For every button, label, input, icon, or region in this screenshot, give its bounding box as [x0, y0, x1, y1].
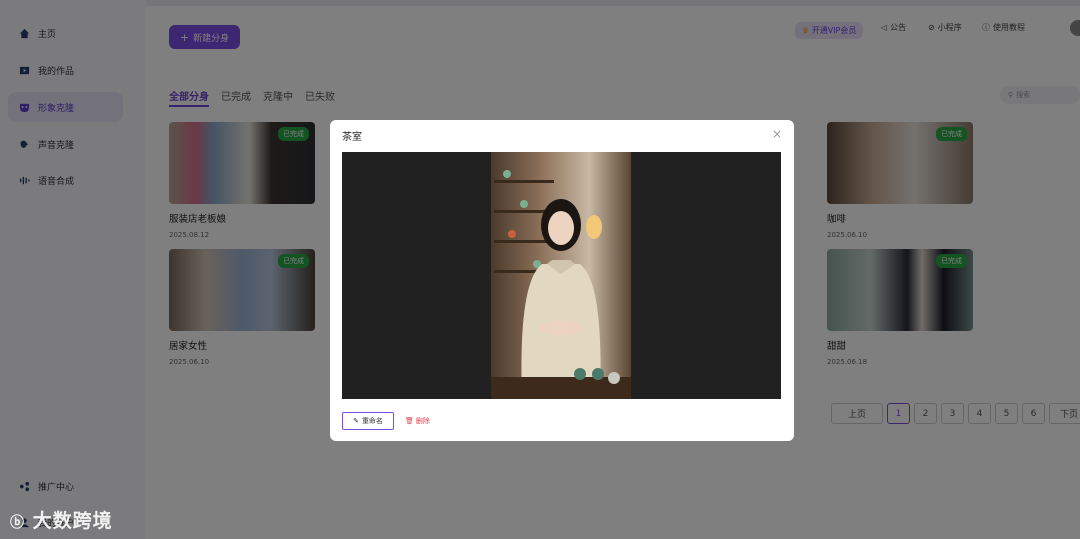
video-preview-modal: 茶室 × ✎ 重命名 🗑 删除 — [330, 120, 794, 441]
delete-button[interactable]: 🗑 删除 — [405, 412, 430, 430]
watermark-text: 大数跨境 — [32, 510, 113, 532]
rename-label: 重命名 — [361, 417, 383, 425]
rename-button[interactable]: ✎ 重命名 — [342, 412, 394, 430]
video-player[interactable] — [342, 152, 781, 399]
watermark: ⓑ 大数跨境 — [10, 506, 113, 533]
modal-title: 茶室 — [342, 132, 362, 143]
delete-label: 删除 — [415, 417, 430, 425]
close-icon[interactable]: × — [772, 127, 782, 141]
edit-icon: ✎ — [353, 417, 359, 425]
trash-icon: 🗑 — [405, 417, 414, 425]
watermark-logo-icon: ⓑ — [10, 515, 25, 531]
video-frame — [342, 152, 781, 399]
